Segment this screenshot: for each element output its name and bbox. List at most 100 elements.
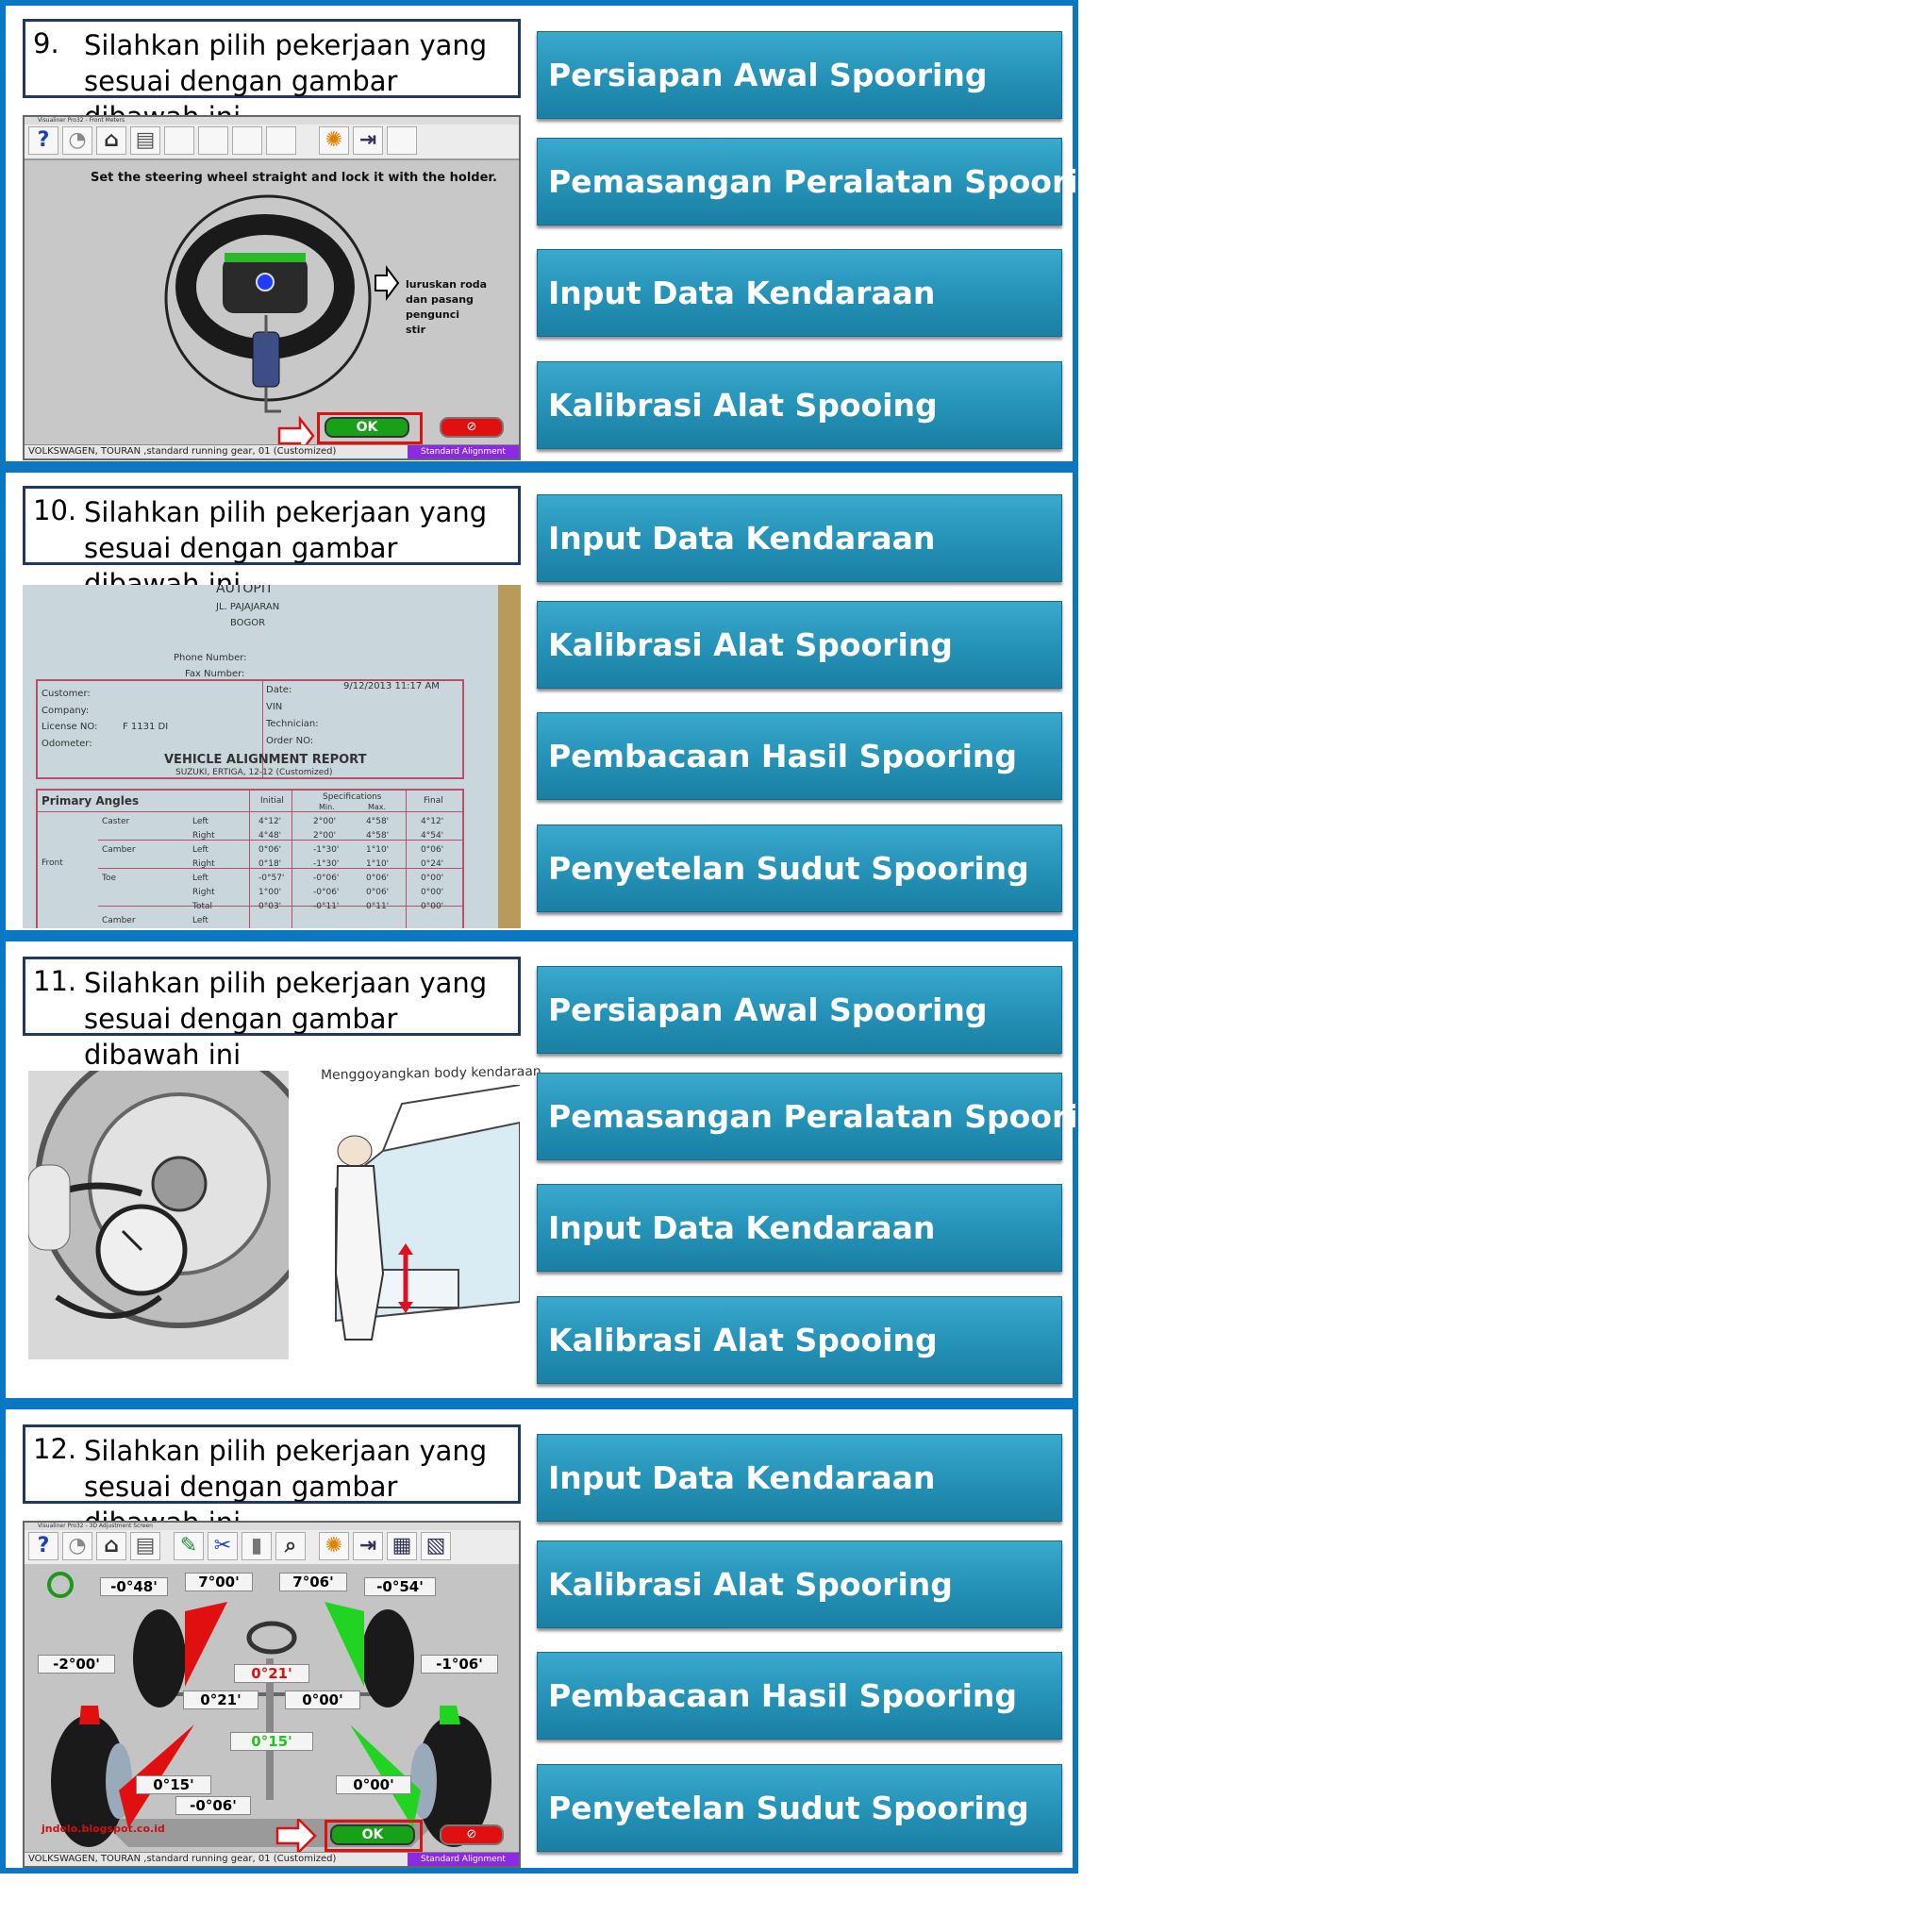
ok-button[interactable]: OK xyxy=(325,417,409,438)
question-panel-11: 11. Silahkan pilih pekerjaan yang sesuai… xyxy=(0,936,1123,1404)
arrow-icon xyxy=(275,1819,317,1853)
answer-option-b[interactable]: Pemasangan Peralatan Spooring xyxy=(537,1073,1123,1160)
wheel-pattern-icon[interactable]: ✺ xyxy=(319,1532,349,1560)
shop-address: JL. PAJAJARAN xyxy=(216,602,280,612)
col-min: Min. xyxy=(319,803,335,811)
zoom-icon[interactable]: ⌕ xyxy=(275,1532,306,1560)
answer-option-d[interactable]: Penyetelan Sudut Spooring xyxy=(537,824,1062,912)
answer-option-c[interactable]: Input Data Kendaraan xyxy=(537,249,1062,337)
table-row: Caster Left 4°12' 2°00' 4°58' 4°12' xyxy=(102,817,444,826)
question-panel-9: 9. Silahkan pilih pekerjaan yang sesuai … xyxy=(0,0,1123,467)
photo-caption: Menggoyangkan body kendaraan xyxy=(320,1063,541,1084)
gauge-icon[interactable]: ◔ xyxy=(62,1532,92,1560)
shop-city: BOGOR xyxy=(230,618,266,628)
question-number: 12. xyxy=(33,1433,77,1465)
date-value: 9/12/2013 11:17 AM xyxy=(343,681,440,691)
answer-option-d[interactable]: Penyetelan Sudut Spooring xyxy=(537,1764,1062,1852)
table-row: Camber Left 0°06' -1°30' 1°10' 0°06' xyxy=(102,845,444,855)
technician-label: Technician: xyxy=(266,719,319,729)
front-left-toe-readout: 0°21' xyxy=(183,1690,258,1709)
answer-option-c[interactable]: Pembacaan Hasil Spooring xyxy=(537,1652,1062,1740)
answer-option-d[interactable]: Kalibrasi Alat Spooing xyxy=(537,1296,1062,1384)
fr-toe-readout: 7°06' xyxy=(279,1573,347,1591)
alignment-mode: Standard Alignment xyxy=(408,445,519,458)
answer-option-d[interactable]: Kalibrasi Alat Spooing xyxy=(537,361,1062,449)
fr-camber-readout: -0°54' xyxy=(364,1577,436,1596)
answer-option-a[interactable]: Input Data Kendaraan xyxy=(537,1434,1062,1522)
shop-name: AUTOPIT xyxy=(216,585,274,596)
answer-option-b[interactable]: Kalibrasi Alat Spooring xyxy=(537,601,1062,689)
answer-option-c[interactable]: Input Data Kendaraan xyxy=(537,1184,1062,1272)
col-final: Final xyxy=(424,796,443,806)
help-icon[interactable]: ? xyxy=(28,1532,58,1560)
steering-lock-screenshot: Visualiner Pro32 - Front Meters ? ◔ ⌂ ▤ … xyxy=(23,115,521,460)
report-title: VEHICLE ALIGNMENT REPORT xyxy=(164,753,367,767)
rear-right-toe-readout: 0°00' xyxy=(336,1775,411,1794)
customer-label: Customer: xyxy=(42,689,91,699)
answer-option-b[interactable]: Kalibrasi Alat Spooring xyxy=(537,1541,1062,1628)
watermark: jndelo.blogspot.co.id xyxy=(42,1823,165,1835)
front-right-toe-readout: 0°00' xyxy=(285,1690,360,1709)
photo-edge xyxy=(498,585,521,928)
rear-total-toe-readout: -0°06' xyxy=(175,1796,251,1815)
angles-rows: Caster Left 4°12' 2°00' 4°58' 4°12' Right 4°48… xyxy=(102,815,460,928)
table-row: Total 0°03' -0°11' 0°11' 0°00' xyxy=(192,902,444,911)
rear-left-toe-readout: 0°15' xyxy=(136,1775,211,1794)
cancel-icon: ⊘ xyxy=(466,1827,477,1841)
alignment-diagram xyxy=(25,1564,519,1857)
document-icon[interactable]: ▮ xyxy=(242,1532,272,1560)
answer-option-a[interactable]: Input Data Kendaraan xyxy=(537,494,1062,582)
answer-option-a[interactable]: Persiapan Awal Spooring xyxy=(537,966,1062,1054)
home-icon[interactable]: ⌂ xyxy=(96,1532,126,1560)
col-max: Max. xyxy=(368,803,387,811)
vehicle-status: VOLKSWAGEN, TOURAN ,standard running gea… xyxy=(28,1854,337,1864)
toolbar: ? ◔ ⌂ ▤ ✎ ✂ ▮ ⌕ ✺ ⇥ ▦ ▧ xyxy=(25,1530,519,1566)
export-icon[interactable]: ⇥ xyxy=(353,1532,383,1560)
instruction-note: luruskan roda dan pasang pengunci stir xyxy=(406,278,488,336)
front-label: Front xyxy=(42,858,63,868)
phone-label: Phone Number: xyxy=(174,653,247,663)
table-row: Toe Left -0°57' -0°06' 0°06' 0°00' xyxy=(102,874,444,883)
primary-angles-label: Primary Angles xyxy=(42,794,140,808)
vin-label: VIN xyxy=(266,702,283,712)
steering-readout: 0°21' xyxy=(234,1664,309,1683)
table-row: Right 4°48' 2°00' 4°58' 4°54' xyxy=(192,831,444,841)
status-bar: VOLKSWAGEN, TOURAN ,standard running gea… xyxy=(25,444,519,458)
rl-camber-readout: -2°00' xyxy=(38,1655,115,1674)
table-row: Right 0°18' -1°30' 1°10' 0°24' xyxy=(192,859,444,869)
question-panel-12: 12. Silahkan pilih pekerjaan yang sesuai… xyxy=(0,1404,1078,1874)
vehicle-status: VOLKSWAGEN, TOURAN ,standard running gea… xyxy=(28,446,337,457)
question-box: 9. Silahkan pilih pekerjaan yang sesuai … xyxy=(23,19,521,133)
window-title: Visualiner Pro32 - 3D Adjustment Screen xyxy=(25,1523,519,1530)
answer-option-b[interactable]: Pemasangan Peralatan Spooring xyxy=(537,138,1123,225)
ok-button[interactable]: OK xyxy=(330,1824,415,1845)
thrust-angle-readout: 0°15' xyxy=(230,1732,313,1751)
company-label: Company: xyxy=(42,706,90,716)
col-spec: Specifications xyxy=(323,792,382,802)
cancel-button[interactable]: ⊘ xyxy=(440,417,504,438)
edit-icon[interactable]: ▧ xyxy=(421,1532,451,1560)
fl-camber-readout: -0°48' xyxy=(100,1577,168,1596)
grid-icon[interactable]: ▦ xyxy=(387,1532,417,1560)
tire-pressure-photo xyxy=(28,1071,289,1359)
question-number: 9. xyxy=(33,27,59,59)
cancel-button[interactable]: ⊘ xyxy=(440,1824,504,1845)
question-box: 12. Silahkan pilih pekerjaan yang sesuai… xyxy=(23,1424,521,1539)
question-number: 11. xyxy=(33,965,77,997)
vehicle-model: SUZUKI, ERTIGA, 12-12 (Customized) xyxy=(175,768,333,777)
answer-option-c[interactable]: Pembacaan Hasil Spooring xyxy=(537,712,1062,800)
date-label: Date: xyxy=(266,685,292,695)
rr-camber-readout: -1°06' xyxy=(421,1655,498,1674)
wrench-car-icon[interactable]: ✎ xyxy=(174,1532,204,1560)
odometer-label: Odometer: xyxy=(42,739,92,749)
table-row: Right 1°00' -0°06' 0°06' 0°00' xyxy=(192,888,444,897)
question-box: 10. Silahkan pilih pekerjaan yang sesuai… xyxy=(23,486,521,600)
status-bar: VOLKSWAGEN, TOURAN ,standard running gea… xyxy=(25,1852,519,1866)
body-bounce-illustration xyxy=(334,1085,520,1341)
wrench-icon[interactable]: ✂ xyxy=(208,1532,238,1560)
answer-option-a[interactable]: Persiapan Awal Spooring xyxy=(537,31,1062,119)
printer-icon[interactable]: ▤ xyxy=(130,1532,160,1560)
question-panel-10: 10. Silahkan pilih pekerjaan yang sesuai… xyxy=(0,467,1078,936)
license-value: F 1131 DI xyxy=(123,722,169,732)
col-initial: Initial xyxy=(260,796,284,806)
